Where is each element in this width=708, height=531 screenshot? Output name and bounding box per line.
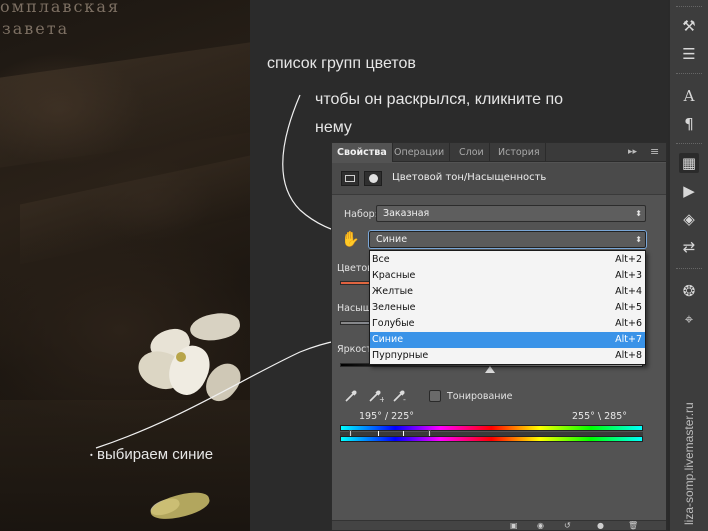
photo-caption: омплавская завета (0, 0, 120, 40)
delete-icon[interactable]: 🗑 (628, 521, 638, 530)
bottom-color-bar (340, 436, 643, 442)
lightness-slider-thumb[interactable] (485, 366, 495, 373)
eyedropper-icon[interactable] (344, 389, 358, 407)
adjustment-title: Цветовой тон/Насыщенность (392, 172, 547, 183)
history-icon[interactable]: ⇄ (679, 237, 699, 257)
annotation-click-to-open-2: нему (315, 119, 352, 136)
clip-to-layer-icon[interactable]: ▣ (510, 521, 518, 530)
photo-caption-line-1: омплавская (0, 0, 121, 16)
channel-option-name: Все (372, 254, 390, 265)
channel-option[interactable]: Красные Alt+3 (370, 268, 645, 284)
channel-option[interactable]: Все Alt+2 (370, 252, 645, 268)
range-right-label: 255° \ 285° (572, 411, 628, 422)
channel-option-name: Пурпурные (372, 350, 429, 361)
channel-option-name: Красные (372, 270, 416, 281)
paragraph-icon[interactable]: ¶ (679, 114, 699, 134)
channel-option-shortcut: Alt+3 (615, 270, 642, 281)
channel-select[interactable]: Синие ⬍ (369, 231, 646, 248)
tab-layers[interactable]: Слои (454, 143, 490, 162)
tab-actions[interactable]: Операции (389, 143, 451, 162)
channel-option-shortcut: Alt+6 (615, 318, 642, 329)
annotation-color-groups: список групп цветов (267, 55, 416, 72)
panel-menu-icon[interactable]: ≡ (650, 145, 659, 159)
channel-option-shortcut: Alt+2 (615, 254, 642, 265)
character-icon[interactable]: A (679, 86, 699, 106)
properties-panel: Свойства Операции Слои История ▸▸ ≡ Цвет… (331, 142, 667, 531)
colorize-checkbox[interactable] (429, 390, 441, 402)
view-previous-icon[interactable]: ◉ (537, 521, 544, 530)
flower-image (130, 300, 250, 519)
tab-history[interactable]: История (493, 143, 546, 162)
channel-option[interactable]: Пурпурные Alt+8 (370, 348, 645, 364)
on-image-tool-icon[interactable]: ✋ (341, 230, 363, 250)
channel-option-name: Зеленые (372, 302, 416, 313)
channel-dropdown: Все Alt+2 Красные Alt+3 Желтые Alt+4 Зеленые Al… (369, 250, 646, 365)
adjustment-layer-icon (341, 171, 359, 186)
screenshot: омплавская завета список групп цветов чт… (0, 0, 708, 531)
watermark: liza-somp.livemaster.ru (682, 402, 696, 525)
sliders-icon[interactable]: ☰ (679, 44, 699, 64)
top-color-bar (340, 425, 643, 431)
eyedropper-subtract-icon[interactable]: - (392, 389, 408, 407)
channel-option-name: Желтые (372, 286, 414, 297)
channel-option[interactable]: Голубые Alt+6 (370, 316, 645, 332)
panel-tabbar: Свойства Операции Слои История ▸▸ ≡ (332, 143, 666, 162)
hue-label: Цветов (337, 263, 373, 274)
select-arrows-icon: ⬍ (635, 209, 642, 218)
select-arrows-icon: ⬍ (635, 235, 642, 244)
channel-option[interactable]: Желтые Alt+4 (370, 284, 645, 300)
layers-icon[interactable]: ◈ (679, 209, 699, 229)
channel-option[interactable]: Синие Alt+7 (370, 332, 645, 348)
collapse-panel-icon[interactable]: ▸▸ (628, 145, 637, 159)
colorize-label: Тонирование (447, 391, 513, 402)
panel-bottom-bar: ▣ ◉ ↺ ● 🗑 (332, 520, 666, 530)
channel-option[interactable]: Зеленые Alt+5 (370, 300, 645, 316)
channel-option-shortcut: Alt+5 (615, 302, 642, 313)
channel-select-value: Синие (376, 234, 408, 245)
preset-select[interactable]: Заказная ⬍ (376, 205, 646, 222)
svg-text:-: - (403, 395, 406, 403)
svg-text:+: + (379, 395, 384, 403)
annotation-click-to-open: чтобы он раскрылся, кликните по (315, 91, 564, 108)
adjustment-header: Цветовой тон/Насыщенность (332, 163, 666, 195)
visibility-icon[interactable]: ● (597, 521, 604, 530)
brushes-icon[interactable]: ⚒ (679, 16, 699, 36)
paths-icon[interactable]: ⌖ (679, 309, 699, 329)
preset-select-value: Заказная (383, 208, 430, 219)
saturation-label: Насыщ (337, 303, 372, 314)
annotation-choose-blue-text: выбираем синие (96, 446, 214, 463)
annotation-choose-blue: • выбираем синие (90, 446, 214, 463)
channel-option-shortcut: Alt+7 (615, 334, 642, 345)
layer-mask-icon (364, 171, 382, 186)
lightness-label: Яркост (337, 344, 372, 355)
preset-label: Набор: (344, 209, 378, 220)
play-icon[interactable]: ▶ (679, 181, 699, 201)
eyedropper-add-icon[interactable]: + (368, 389, 386, 407)
photo-caption-line-2: завета (2, 19, 70, 38)
tab-properties[interactable]: Свойства (332, 143, 393, 162)
channel-option-shortcut: Alt+4 (615, 286, 642, 297)
range-left-label: 195° / 225° (359, 411, 415, 422)
channel-option-name: Синие (372, 334, 404, 345)
channel-option-shortcut: Alt+8 (615, 350, 642, 361)
properties-icon[interactable]: ▦ (679, 153, 699, 173)
channel-option-name: Голубые (372, 318, 415, 329)
channels-icon[interactable]: ❂ (679, 281, 699, 301)
reset-icon[interactable]: ↺ (564, 521, 571, 530)
